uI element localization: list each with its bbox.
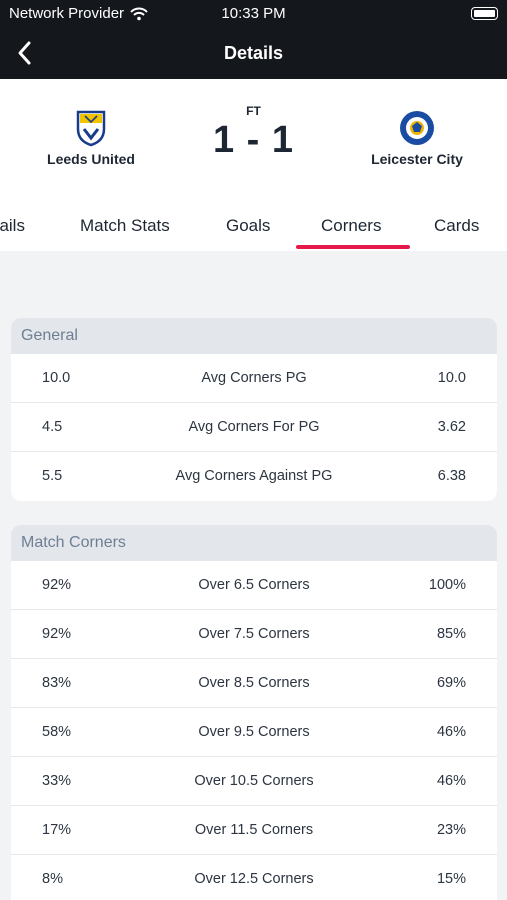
away-value: 85% <box>436 626 466 642</box>
away-value: 46% <box>436 773 466 789</box>
away-value: 15% <box>436 871 466 887</box>
away-value: 69% <box>436 675 466 691</box>
section-header: Match Corners <box>11 525 497 561</box>
tab-match-stats[interactable]: Match Stats <box>80 216 170 236</box>
match-header: Leeds United FT 1 - 1 Leicester City <box>0 79 507 185</box>
stat-label: Over 7.5 Corners <box>198 626 310 642</box>
stat-label: Over 9.5 Corners <box>198 724 310 740</box>
table-row: 10.0 Avg Corners PG 10.0 <box>11 354 497 403</box>
status-bar: Network Provider 10:33 PM <box>0 0 507 28</box>
stat-label: Over 12.5 Corners <box>194 871 314 887</box>
stat-label: Avg Corners Against PG <box>175 468 333 484</box>
detail-tabs: Details Match Stats Goals Corners Cards <box>0 185 507 251</box>
away-value: 6.38 <box>437 468 466 484</box>
stat-label: Avg Corners PG <box>201 370 307 386</box>
away-value: 23% <box>436 822 466 838</box>
away-team-name: Leicester City <box>371 151 463 167</box>
page-title: Details <box>223 43 284 63</box>
tab-cards[interactable]: Cards <box>434 216 479 236</box>
table-row: 8% Over 12.5 Corners 15% <box>11 855 497 900</box>
stat-label: Over 6.5 Corners <box>198 577 310 593</box>
table-row: 17% Over 11.5 Corners 23% <box>11 806 497 855</box>
table-row: 92% Over 7.5 Corners 85% <box>11 610 497 659</box>
table-row: 4.5 Avg Corners For PG 3.62 <box>11 403 497 452</box>
away-team[interactable]: Leicester City <box>337 109 497 167</box>
leicester-crest-icon <box>400 111 434 145</box>
table-row: 92% Over 6.5 Corners 100% <box>11 561 497 610</box>
table-row: 83% Over 8.5 Corners 69% <box>11 659 497 708</box>
stat-label: Over 8.5 Corners <box>198 675 310 691</box>
table-row: 5.5 Avg Corners Against PG 6.38 <box>11 452 497 501</box>
stat-label: Over 10.5 Corners <box>194 773 314 789</box>
table-row: 58% Over 9.5 Corners 46% <box>11 708 497 757</box>
match-corners-section: Match Corners 92% Over 6.5 Corners 100% … <box>11 525 497 900</box>
clock: 10:33 PM <box>221 5 286 22</box>
section-header: General <box>11 318 497 354</box>
away-value: 3.62 <box>437 419 466 435</box>
table-row: 33% Over 10.5 Corners 46% <box>11 757 497 806</box>
away-value: 100% <box>428 577 466 593</box>
away-value: 10.0 <box>437 370 466 386</box>
away-value: 46% <box>436 724 466 740</box>
stat-label: Over 11.5 Corners <box>194 822 314 838</box>
battery-icon <box>471 7 498 20</box>
tab-corners[interactable]: Corners <box>321 216 381 236</box>
tab-details[interactable]: Details <box>0 216 25 236</box>
stat-label: Avg Corners For PG <box>188 419 320 435</box>
general-section: General 10.0 Avg Corners PG 10.0 4.5 Avg… <box>11 318 497 501</box>
active-tab-indicator <box>296 245 410 249</box>
nav-bar: Details <box>0 28 507 79</box>
tab-goals[interactable]: Goals <box>226 216 270 236</box>
